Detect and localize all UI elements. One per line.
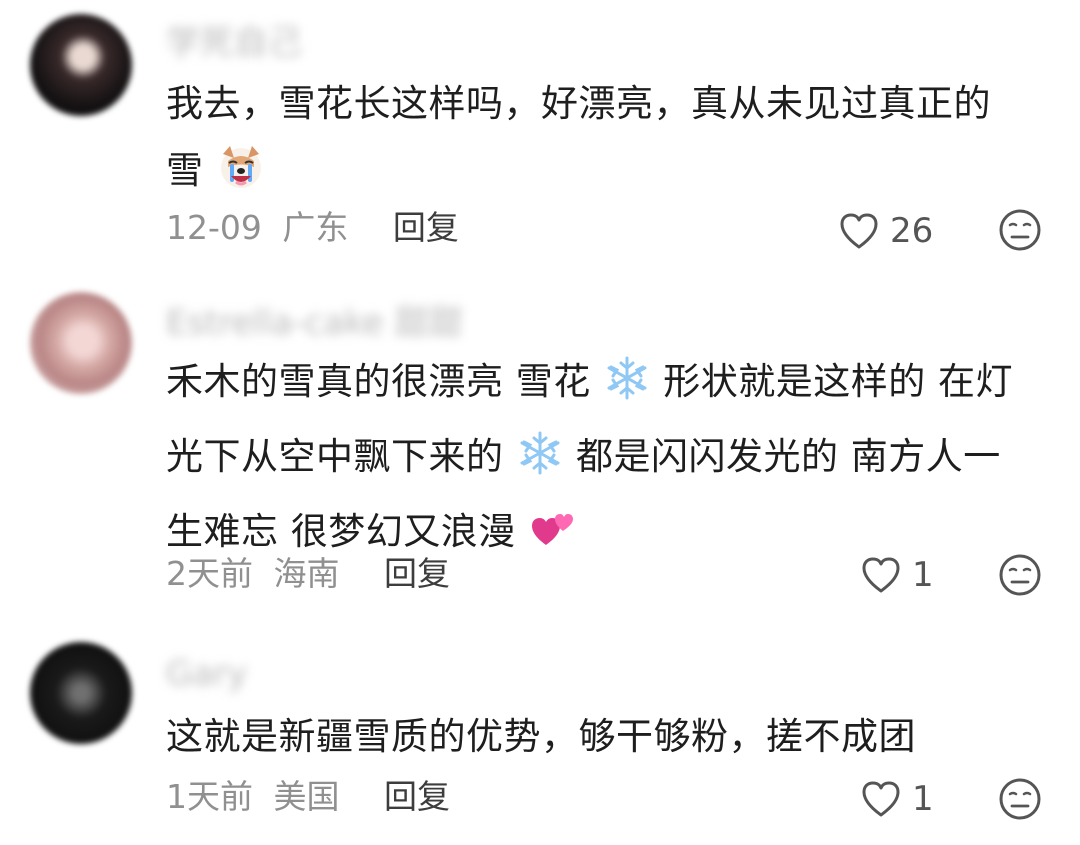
comment-date: 2天前 <box>166 554 253 593</box>
dislike-face-icon[interactable] <box>997 552 1043 598</box>
comment-region: 美国 <box>273 777 340 816</box>
like-count: 26 <box>890 211 934 251</box>
comment-line: 光下从空中飘下来的 都是闪闪发光的 南方人一 <box>166 423 1046 498</box>
like-button[interactable]: 1 <box>860 775 934 823</box>
dislike-face-icon[interactable] <box>997 776 1043 822</box>
username[interactable]: Gary <box>166 654 247 694</box>
comment-line: 这就是新疆雪质的优势，够干够粉，搓不成团 <box>166 715 916 758</box>
snowflake-icon <box>516 429 564 498</box>
comment-line-text: 雪 <box>166 149 204 192</box>
comment-line: 我去，雪花长这样吗，好漂亮，真从未见过真正的 <box>166 82 991 125</box>
two-hearts-icon <box>528 506 578 573</box>
crying-dog-icon <box>216 143 266 212</box>
heart-icon <box>840 213 878 249</box>
comment-meta: 1天前 美国 回复 <box>166 777 450 817</box>
username[interactable]: 学死自己 <box>166 23 302 63</box>
comment-meta: 12-09 广东 回复 <box>166 208 459 248</box>
snowflake-icon <box>603 354 651 423</box>
comment-line: 禾木的雪真的很漂亮 雪花 形状就是这样的 在灯 <box>166 348 1046 423</box>
comment-date: 1天前 <box>166 777 253 816</box>
like-count: 1 <box>912 779 934 819</box>
comment-list-screen: { "comments": [ { "username": "学死自己", "l… <box>0 0 1080 845</box>
avatar[interactable] <box>30 642 132 744</box>
heart-icon <box>862 781 900 817</box>
heart-icon <box>862 557 900 593</box>
like-button[interactable]: 26 <box>838 207 933 255</box>
comment-line: 雪 <box>166 137 1046 212</box>
comment-date: 12-09 <box>166 208 262 247</box>
comment-meta: 2天前 海南 回复 <box>166 554 450 594</box>
comment-line-text: 都是闪闪发光的 南方人一 <box>576 435 1001 478</box>
comment-region: 海南 <box>273 554 340 593</box>
comment-line-text: 禾木的雪真的很漂亮 雪花 <box>166 360 591 403</box>
comment-line-text: 形状就是这样的 在灯 <box>663 360 1014 403</box>
reply-button[interactable]: 回复 <box>384 554 450 593</box>
like-count: 1 <box>912 555 934 595</box>
avatar[interactable] <box>30 292 132 394</box>
comment-line-text: 光下从空中飘下来的 <box>166 435 504 478</box>
avatar[interactable] <box>30 14 132 116</box>
dislike-face-icon[interactable] <box>997 207 1043 253</box>
comment-text: 这就是新疆雪质的优势，够干够粉，搓不成团 <box>166 703 1046 770</box>
comment-region: 广东 <box>282 208 349 247</box>
like-button[interactable]: 1 <box>860 551 934 599</box>
comment-text: 禾木的雪真的很漂亮 雪花 形状就是这样的 在灯 光下从空中飘下来的 都是闪闪发光… <box>166 348 1046 573</box>
reply-button[interactable]: 回复 <box>393 208 459 247</box>
reply-button[interactable]: 回复 <box>384 777 450 816</box>
username[interactable]: Estrella-cake 甜甜 <box>166 303 462 343</box>
comment-text: 我去，雪花长这样吗，好漂亮，真从未见过真正的 雪 <box>166 70 1046 212</box>
comment-line-text: 生难忘 很梦幻又浪漫 <box>166 510 516 553</box>
